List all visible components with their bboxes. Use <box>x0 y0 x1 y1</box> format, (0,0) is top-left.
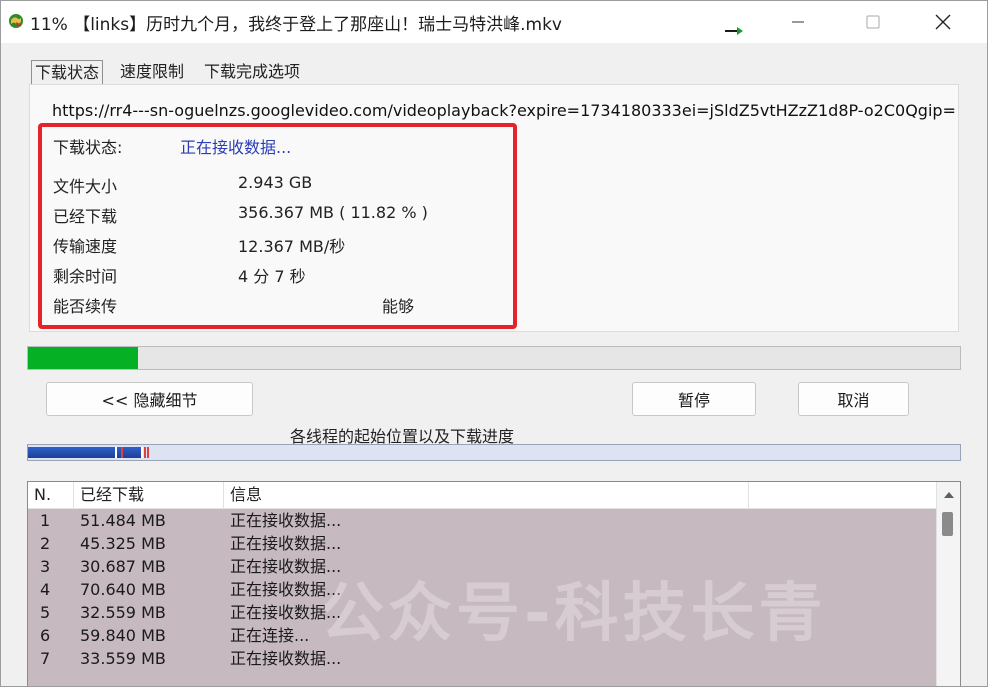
table-row[interactable]: 1 51.484 MB 正在接收数据... <box>28 509 936 532</box>
thread-bar-fill <box>28 447 141 458</box>
thread-marker <box>141 447 143 458</box>
maximize-button[interactable] <box>838 1 908 43</box>
column-header-n[interactable]: N. <box>28 482 74 508</box>
downloaded-value: 356.367 MB ( 11.82 % ) <box>238 203 428 222</box>
window-title: 11% 【links】历时九个月，我终于登上了那座山！瑞士马特洪峰.mkv <box>30 15 562 35</box>
cell-n: 7 <box>40 649 51 668</box>
thread-marker <box>144 447 146 458</box>
download-url: https://rr4---sn-oguelnzs.googlevideo.co… <box>52 101 956 120</box>
maximize-icon <box>866 15 880 29</box>
cell-n: 2 <box>40 534 51 553</box>
list-header: N. 已经下载 信息 <box>28 482 936 509</box>
close-icon <box>935 14 951 30</box>
arrow-right-icon <box>723 22 745 35</box>
close-button[interactable] <box>908 1 978 43</box>
downloaded-label: 已经下载 <box>53 207 118 226</box>
cell-n: 4 <box>40 580 51 599</box>
download-progress-bar <box>27 346 961 370</box>
progress-fill <box>28 347 139 369</box>
cell-downloaded: 30.687 MB <box>80 557 166 576</box>
cancel-button[interactable]: 取消 <box>798 382 909 416</box>
thread-position-bar <box>27 444 961 461</box>
tab-speed-limit[interactable]: 速度限制 <box>117 60 187 84</box>
cell-info: 正在连接... <box>230 626 310 645</box>
thread-marker <box>115 447 117 458</box>
cell-n: 5 <box>40 603 51 622</box>
scroll-thumb[interactable] <box>942 512 953 536</box>
cell-info: 正在接收数据... <box>230 511 342 530</box>
status-label: 下载状态: <box>53 138 123 157</box>
remaining-time-label: 剩余时间 <box>53 267 118 286</box>
table-row[interactable]: 2 45.325 MB 正在接收数据... <box>28 532 936 555</box>
column-header-downloaded[interactable]: 已经下载 <box>74 482 224 508</box>
minimize-icon <box>792 21 804 23</box>
cell-n: 1 <box>40 511 51 530</box>
hide-details-button[interactable]: << 隐藏细节 <box>46 382 253 416</box>
scroll-up-arrow-icon[interactable] <box>944 492 954 498</box>
tab-download-status[interactable]: 下载状态 <box>31 60 104 84</box>
cell-downloaded: 45.325 MB <box>80 534 166 553</box>
cell-n: 6 <box>40 626 51 645</box>
cell-downloaded: 59.840 MB <box>80 626 166 645</box>
cell-n: 3 <box>40 557 51 576</box>
file-size-label: 文件大小 <box>53 177 118 196</box>
thread-marker <box>147 447 149 458</box>
pause-button[interactable]: 暂停 <box>632 382 756 416</box>
tab-completion-options[interactable]: 下载完成选项 <box>201 60 303 84</box>
cell-downloaded: 32.559 MB <box>80 603 166 622</box>
thread-marker <box>121 447 123 458</box>
file-size-value: 2.943 GB <box>238 173 313 192</box>
minimize-button[interactable] <box>763 1 833 43</box>
speed-label: 传输速度 <box>53 237 118 256</box>
status-value: 正在接收数据... <box>180 138 292 157</box>
watermark: 公众号-科技长青 <box>320 577 827 651</box>
remaining-time-value: 4 分 7 秒 <box>238 267 306 286</box>
vertical-scrollbar[interactable] <box>936 482 960 686</box>
cell-downloaded: 70.640 MB <box>80 580 166 599</box>
column-header-info[interactable]: 信息 <box>224 482 749 508</box>
cell-downloaded: 33.559 MB <box>80 649 166 668</box>
resume-support-label: 能否续传 <box>53 297 118 316</box>
cell-downloaded: 51.484 MB <box>80 511 166 530</box>
resume-support-value: 能够 <box>382 297 415 316</box>
cell-info: 正在接收数据... <box>230 534 342 553</box>
globe-download-icon[interactable] <box>8 13 24 29</box>
speed-value: 12.367 MB/秒 <box>238 237 346 256</box>
